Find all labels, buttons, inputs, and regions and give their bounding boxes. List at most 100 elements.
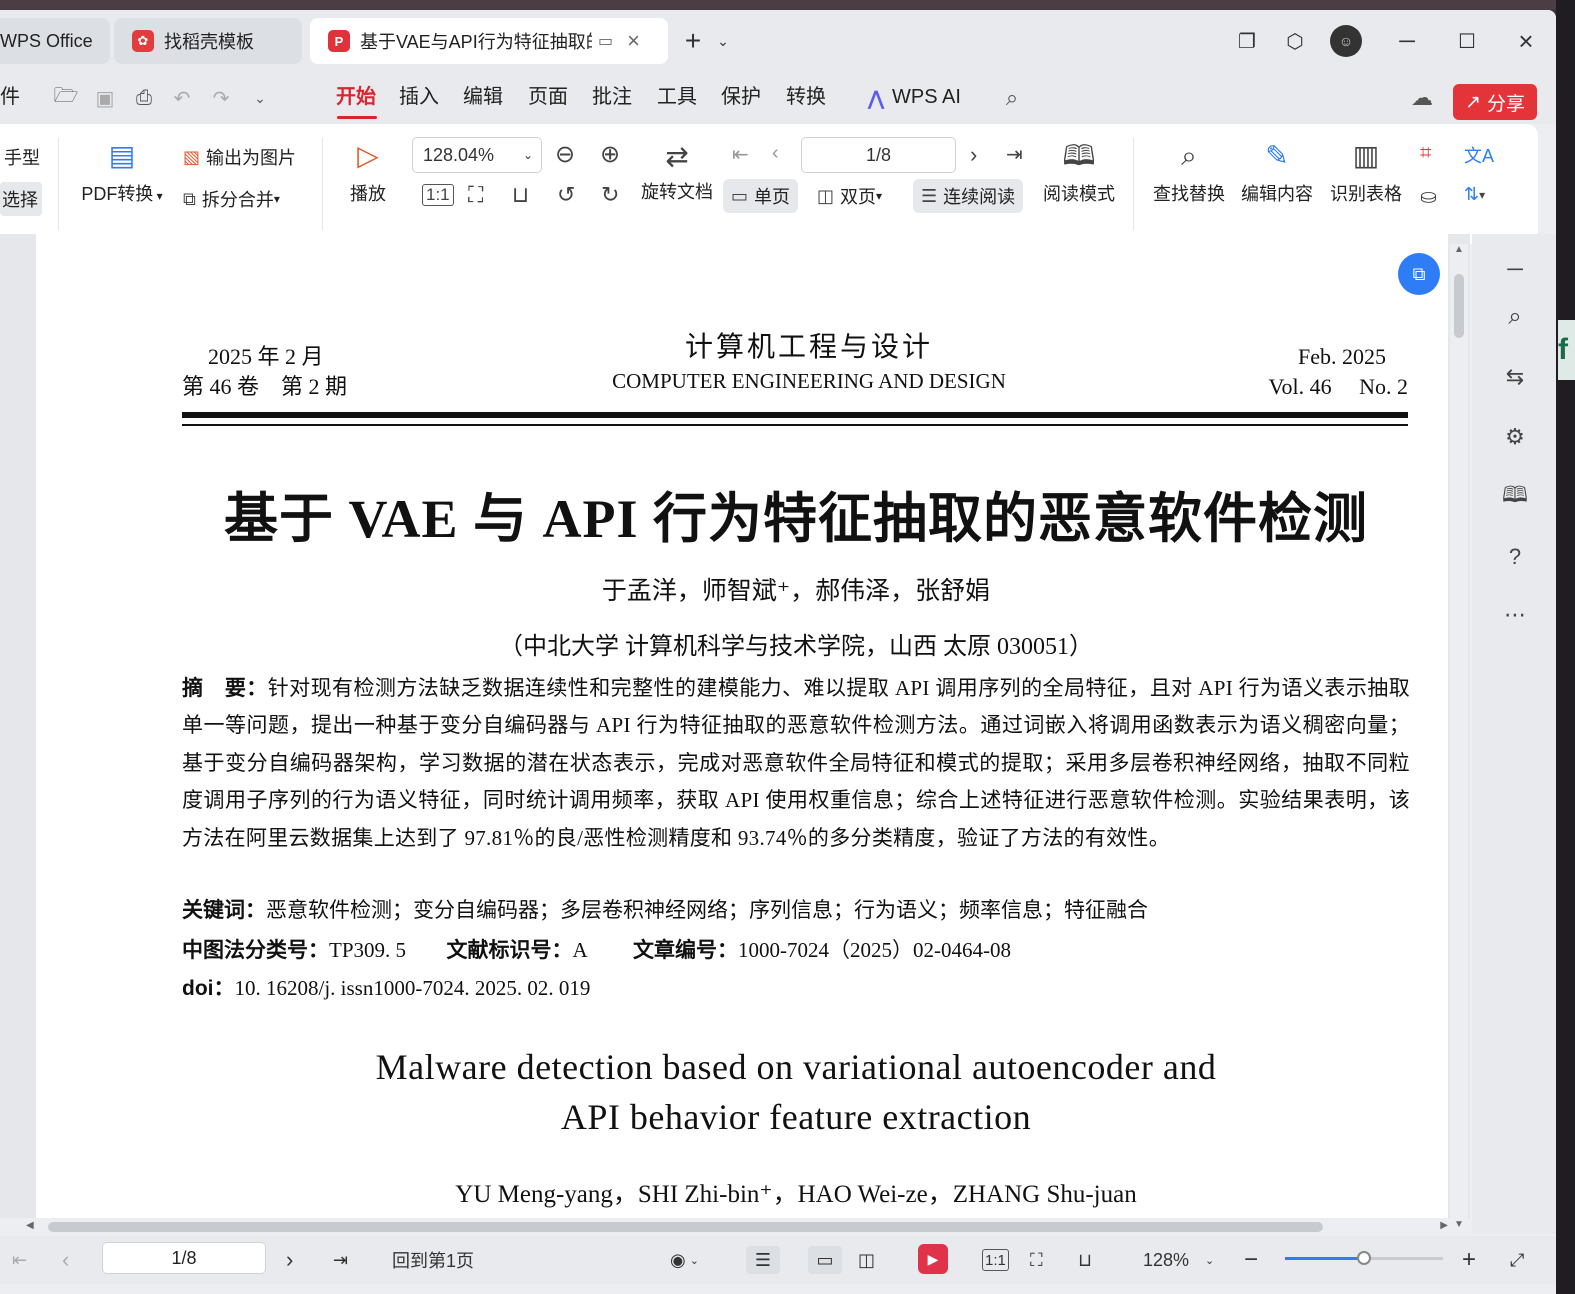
- new-tab-icon[interactable]: +: [678, 25, 708, 56]
- scroll-down-icon[interactable]: ▼: [1454, 1219, 1464, 1230]
- window-layout-icon[interactable]: ❐: [1232, 26, 1262, 56]
- scroll-up-icon[interactable]: ▲: [1454, 244, 1464, 255]
- menu-insert[interactable]: 插入: [399, 80, 439, 114]
- actual-size-icon[interactable]: 1:1: [422, 184, 454, 206]
- first-page-icon[interactable]: ⇤: [12, 1246, 27, 1274]
- menu-file[interactable]: 件: [0, 80, 20, 114]
- last-page-icon[interactable]: ⇥: [1006, 142, 1023, 167]
- collapse-icon[interactable]: ─: [1500, 254, 1530, 284]
- zoom-in-icon[interactable]: +: [1462, 1246, 1476, 1274]
- avatar[interactable]: ☺: [1330, 25, 1362, 57]
- menu-protect[interactable]: 保护: [721, 80, 761, 114]
- search-icon[interactable]: ⌕: [1500, 302, 1530, 332]
- package-icon[interactable]: ⬡: [1280, 26, 1310, 56]
- select-tool-button[interactable]: 选择: [0, 182, 42, 216]
- pdf-convert-button[interactable]: ▤ PDF转换 ▾: [78, 136, 166, 206]
- fit-page-icon[interactable]: ⛶: [1030, 1246, 1043, 1274]
- menu-edit[interactable]: 编辑: [463, 80, 503, 114]
- zoom-slider[interactable]: [1285, 1251, 1443, 1265]
- translate-icon[interactable]: ⇆: [1500, 362, 1530, 392]
- horizontal-scroll-thumb[interactable]: [48, 1222, 1323, 1232]
- eye-view-icon[interactable]: ◉ ⌄: [670, 1246, 699, 1274]
- fullscreen-icon[interactable]: ⤢: [1510, 1246, 1524, 1274]
- menu-convert[interactable]: 转换: [786, 80, 826, 114]
- single-view-icon[interactable]: ▭: [808, 1246, 842, 1274]
- zoom-out-icon[interactable]: ⊖: [555, 140, 575, 169]
- single-page-button[interactable]: ▭ 单页: [723, 179, 799, 213]
- close-window-icon[interactable]: ×: [1511, 26, 1541, 56]
- zoom-slider-knob[interactable]: [1357, 1251, 1371, 1265]
- prev-page-icon[interactable]: ‹: [772, 142, 779, 165]
- book-search-icon[interactable]: 🕮: [1500, 482, 1530, 512]
- continuous-view-icon[interactable]: ☰: [746, 1246, 780, 1274]
- more-chevron-icon[interactable]: ⌄: [246, 84, 274, 112]
- double-page-button[interactable]: ◫ 双页 ▾: [817, 179, 882, 213]
- status-page-input[interactable]: 1/8: [102, 1242, 266, 1274]
- fit-page-icon[interactable]: ⛶: [468, 182, 483, 208]
- actual-size-icon[interactable]: 1:1: [982, 1249, 1009, 1271]
- play-slideshow-button[interactable]: ▶: [918, 1244, 948, 1274]
- search-icon[interactable]: ⌕: [998, 84, 1026, 112]
- horizontal-scrollbar[interactable]: ◀ ▶: [24, 1218, 1450, 1236]
- recognize-table-button[interactable]: ▥ 识别表格: [1326, 136, 1406, 206]
- hand-tool-label: 手型: [4, 148, 40, 168]
- floating-tool-button[interactable]: ⧉: [1398, 253, 1440, 295]
- menu-tools[interactable]: 工具: [657, 80, 697, 114]
- page-number-input[interactable]: 1/8: [801, 137, 956, 173]
- maximize-icon[interactable]: ☐: [1452, 26, 1482, 56]
- prev-page-icon[interactable]: ‹: [62, 1246, 69, 1274]
- close-tab-icon[interactable]: ×: [627, 28, 640, 54]
- zoom-select[interactable]: 128.04% ⌄: [412, 137, 542, 173]
- tab-wps-office[interactable]: WPS Office: [0, 18, 110, 64]
- last-page-icon[interactable]: ⇥: [333, 1246, 348, 1274]
- minimize-icon[interactable]: ─: [1392, 26, 1422, 56]
- first-page-icon[interactable]: ⇤: [732, 142, 749, 167]
- convert-more-icon[interactable]: ⇅ ▾: [1464, 184, 1485, 205]
- tab-list-chevron-icon[interactable]: ⌄: [708, 26, 738, 56]
- rotate-left-icon[interactable]: ↺: [557, 182, 575, 208]
- more-icon[interactable]: ⋯: [1500, 600, 1530, 630]
- fit-width-icon[interactable]: ⊔: [512, 182, 529, 208]
- menu-wps-ai[interactable]: WPS AI: [892, 80, 961, 114]
- zoom-in-icon[interactable]: ⊕: [600, 140, 620, 169]
- menu-page[interactable]: 页面: [528, 80, 568, 114]
- vertical-scroll-thumb[interactable]: [1454, 274, 1464, 338]
- next-page-icon[interactable]: ›: [970, 142, 977, 168]
- zoom-out-icon[interactable]: −: [1244, 1246, 1258, 1274]
- help-icon[interactable]: ?: [1500, 542, 1530, 572]
- rotate-document-button[interactable]: ⇄ 旋转文档: [638, 140, 716, 204]
- redo-icon[interactable]: ↷: [207, 84, 235, 112]
- back-to-first-link[interactable]: 回到第1页: [392, 1246, 474, 1274]
- print-icon[interactable]: ⎙: [130, 84, 158, 112]
- share-button[interactable]: ↗ 分享: [1453, 84, 1537, 120]
- menu-home[interactable]: 开始: [336, 80, 376, 114]
- ocr-icon[interactable]: ⌗: [1420, 142, 1431, 165]
- settings-sliders-icon[interactable]: ⚙: [1500, 422, 1530, 452]
- tab-template[interactable]: ✿ 找稻壳模板: [114, 18, 302, 64]
- export-image-button[interactable]: ▧ 输出为图片: [183, 144, 296, 170]
- edit-content-button[interactable]: ✎ 编辑内容: [1237, 136, 1317, 206]
- vertical-scrollbar[interactable]: ▲ ▼: [1450, 244, 1468, 1232]
- cloud-upload-icon[interactable]: ☁: [1408, 84, 1436, 112]
- split-merge-button[interactable]: ⧉ 拆分合并 ▾: [183, 186, 280, 212]
- menu-comment[interactable]: 批注: [592, 80, 632, 114]
- document-viewport[interactable]: 2025 年 2 月 第 46 卷 第 2 期 计算机工程与设计 COMPUTE…: [0, 234, 1470, 1218]
- rotate-right-icon[interactable]: ↻: [601, 182, 619, 208]
- fit-width-icon[interactable]: ⊔: [1078, 1246, 1092, 1274]
- scroll-left-icon[interactable]: ◀: [26, 1220, 34, 1231]
- status-zoom-select[interactable]: 128% ⌄: [1143, 1246, 1214, 1274]
- save-icon[interactable]: ▣: [91, 84, 119, 112]
- undo-icon[interactable]: ↶: [168, 84, 196, 112]
- continuous-read-button[interactable]: ☰ 连续阅读: [913, 179, 1024, 213]
- scroll-right-icon[interactable]: ▶: [1440, 1220, 1448, 1231]
- find-replace-button[interactable]: ⌕ 查找替换: [1149, 136, 1229, 206]
- tab-current-document[interactable]: P 基于VAE与API行为特征抽取的 ▭ ×: [310, 18, 668, 64]
- play-button[interactable]: ▷ 播放: [328, 136, 408, 206]
- open-folder-icon[interactable]: 🗁: [52, 84, 80, 112]
- translate-icon[interactable]: 文A: [1464, 142, 1494, 168]
- compress-icon[interactable]: ⛀: [1420, 184, 1437, 209]
- next-page-icon[interactable]: ›: [286, 1246, 293, 1274]
- reading-mode-button[interactable]: 🕮 阅读模式: [1039, 136, 1119, 206]
- hand-tool-button[interactable]: 手型: [4, 144, 40, 170]
- double-view-icon[interactable]: ◫: [858, 1246, 875, 1274]
